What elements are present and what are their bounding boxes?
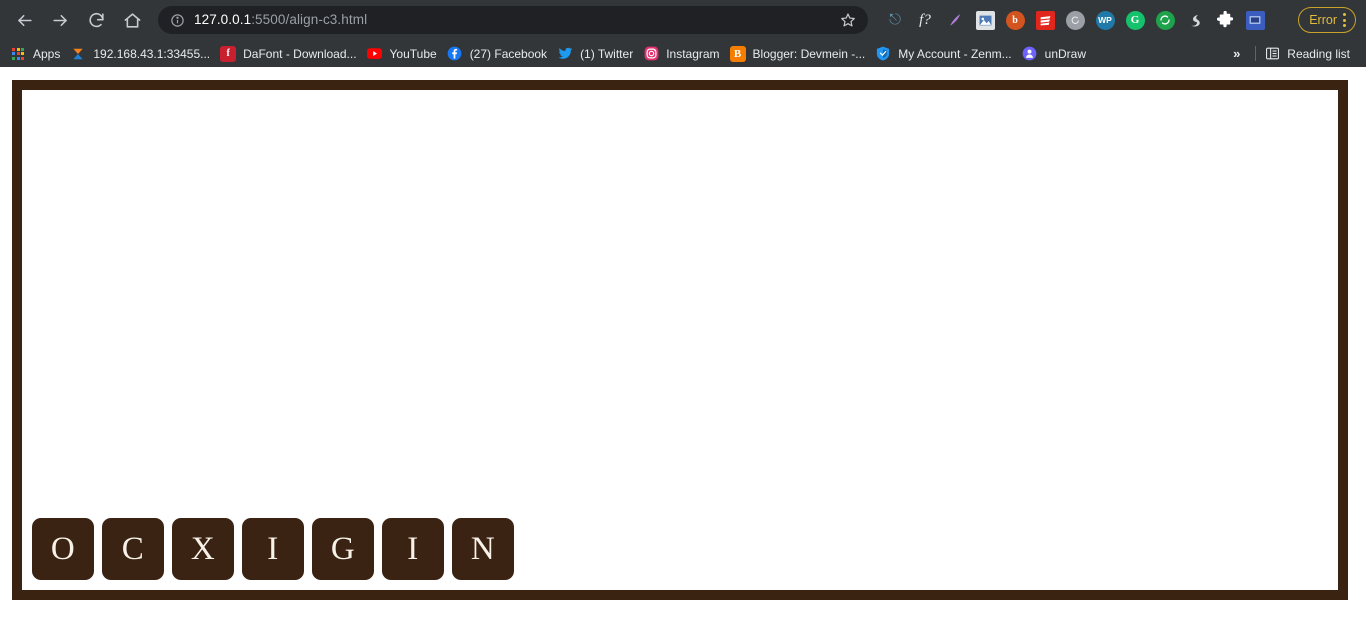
bitwarden-icon[interactable]: b	[1000, 6, 1030, 34]
instagram-icon	[643, 46, 659, 62]
undraw-icon	[1022, 46, 1038, 62]
browser-chrome: 127.0.0.1:5500/align-c3.html ⎋ f? b WP G…	[0, 0, 1366, 67]
dafont-icon: f	[220, 45, 237, 62]
back-arrow-icon	[17, 14, 32, 26]
tile-letter: C	[121, 530, 145, 567]
blogger-icon: B	[729, 45, 746, 62]
reload-button[interactable]	[81, 5, 111, 35]
youtube-icon	[367, 46, 383, 62]
tile-letter: I	[267, 530, 279, 567]
page-viewport: O C X I G I N	[0, 67, 1366, 620]
shield-icon	[875, 46, 891, 62]
puzzle-extensions-icon[interactable]	[1210, 6, 1240, 34]
page-frame: O C X I G I N	[12, 80, 1348, 600]
bookmark-label: Apps	[33, 46, 61, 61]
letter-tile-row: O C X I G I N	[22, 518, 514, 590]
bookmarks-divider	[1255, 46, 1257, 61]
back-button[interactable]	[9, 5, 39, 35]
stylus-icon[interactable]	[1030, 6, 1060, 34]
bitly-icon[interactable]: ⎋	[880, 6, 910, 34]
letter-tile[interactable]: G	[312, 518, 374, 580]
bookmark-label: 192.168.43.1:33455...	[93, 46, 211, 61]
screenshot-icon[interactable]	[970, 6, 1000, 34]
sync-icon[interactable]	[1150, 6, 1180, 34]
bookmark-label: (27) Facebook	[469, 46, 548, 61]
tile-letter: I	[407, 530, 419, 567]
grammarly-icon[interactable]: G	[1120, 6, 1150, 34]
forward-arrow-icon	[52, 14, 67, 26]
bookmark-router-admin[interactable]: 192.168.43.1:33455...	[68, 43, 218, 65]
bookmark-youtube[interactable]: YouTube	[365, 43, 445, 65]
letter-tile[interactable]: N	[452, 518, 514, 580]
bookmark-facebook[interactable]: (27) Facebook	[445, 43, 555, 65]
bookmarks-bar: Apps 192.168.43.1:33455... f DaFont - Do…	[0, 40, 1366, 67]
url-text[interactable]: 127.0.0.1:5500/align-c3.html	[194, 6, 836, 34]
url-path: :5500/align-c3.html	[251, 12, 368, 27]
video-capture-icon[interactable]	[1240, 6, 1270, 34]
reading-list-icon	[1264, 46, 1280, 62]
error-badge-label: Error	[1309, 13, 1337, 27]
letter-tile[interactable]: O	[32, 518, 94, 580]
reading-list-button[interactable]: Reading list	[1262, 43, 1358, 65]
letter-tile[interactable]: I	[382, 518, 444, 580]
bookmark-dafont[interactable]: f DaFont - Download...	[218, 43, 364, 65]
letter-tile[interactable]: X	[172, 518, 234, 580]
letter-tile[interactable]: I	[242, 518, 304, 580]
letter-tile[interactable]: C	[102, 518, 164, 580]
tile-letter: G	[330, 530, 356, 567]
chrome-menu-icon[interactable]	[1343, 13, 1351, 27]
reading-list-label: Reading list	[1287, 46, 1350, 61]
home-button[interactable]	[117, 5, 147, 35]
bookmark-blogger[interactable]: B Blogger: Devmein -...	[728, 43, 874, 65]
fonts-ninja-icon[interactable]: f?	[910, 6, 940, 34]
extension-icons: ⎋ f? b WP G	[868, 6, 1294, 34]
bookmark-star-icon[interactable]	[836, 8, 860, 32]
bookmark-twitter[interactable]: (1) Twitter	[555, 43, 641, 65]
bookmark-label: YouTube	[389, 46, 437, 61]
reload-icon	[88, 12, 104, 27]
error-badge[interactable]: Error	[1298, 7, 1356, 33]
facebook-icon	[447, 46, 463, 62]
hourglass-icon	[70, 46, 86, 62]
swirl-icon[interactable]	[1180, 6, 1210, 34]
bookmark-apps[interactable]: Apps	[8, 43, 68, 65]
grey-disc-icon[interactable]	[1060, 6, 1090, 34]
bookmarks-overflow-button[interactable]: »	[1224, 46, 1249, 61]
apps-grid-icon	[10, 46, 26, 62]
site-info-icon[interactable]	[168, 11, 186, 29]
tile-letter: O	[50, 530, 76, 567]
bookmark-label: unDraw	[1044, 46, 1086, 61]
bookmark-label: Instagram	[666, 46, 720, 61]
tile-letter: X	[190, 530, 216, 567]
feather-pen-icon[interactable]	[940, 6, 970, 34]
bookmark-label: My Account - Zenm...	[898, 46, 1012, 61]
forward-button[interactable]	[45, 5, 75, 35]
browser-toolbar: 127.0.0.1:5500/align-c3.html ⎋ f? b WP G…	[0, 0, 1366, 40]
home-icon	[124, 12, 140, 28]
bookmark-zenmate-account[interactable]: My Account - Zenm...	[873, 43, 1019, 65]
bookmark-undraw[interactable]: unDraw	[1020, 43, 1094, 65]
address-bar[interactable]: 127.0.0.1:5500/align-c3.html	[158, 6, 868, 34]
tile-letter: N	[470, 530, 496, 567]
bookmark-label: DaFont - Download...	[243, 46, 357, 61]
twitter-icon	[557, 46, 573, 62]
bookmark-label: (1) Twitter	[580, 46, 634, 61]
bookmark-label: Blogger: Devmein -...	[752, 46, 866, 61]
url-host: 127.0.0.1	[194, 12, 252, 27]
wordpress-icon[interactable]: WP	[1090, 6, 1120, 34]
bookmark-instagram[interactable]: Instagram	[641, 43, 727, 65]
